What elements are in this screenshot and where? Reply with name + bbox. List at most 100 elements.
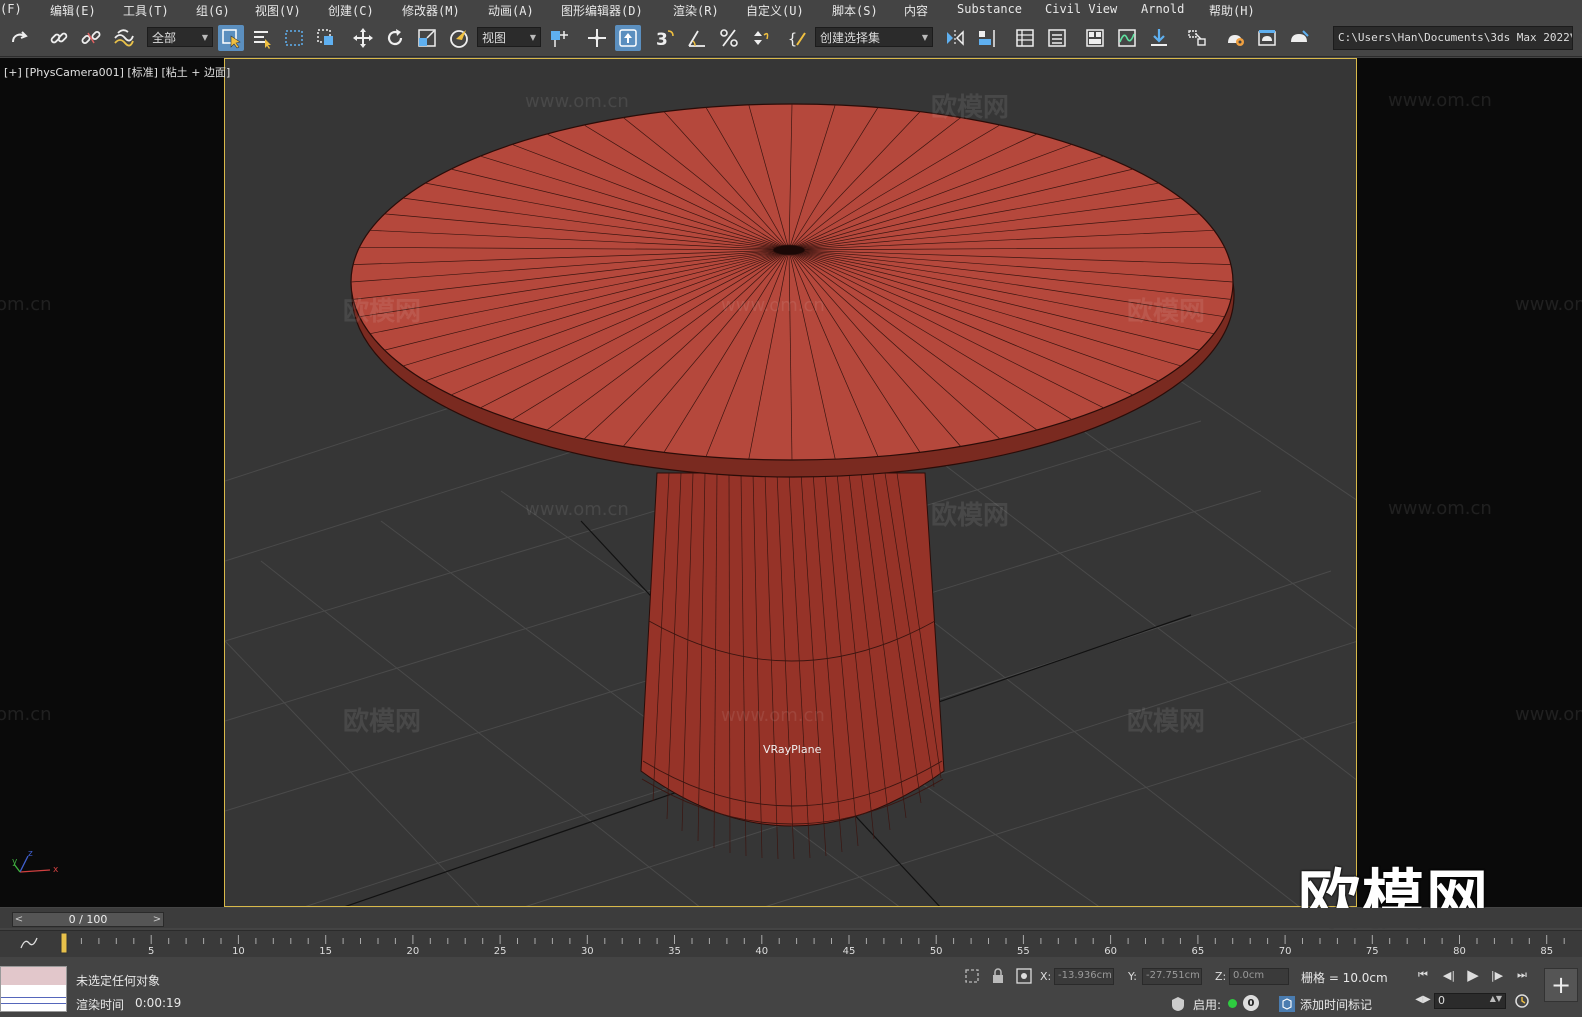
menu-animation[interactable]: 动画(A) (488, 2, 534, 19)
placement-icon[interactable] (446, 25, 472, 51)
enable-label: 启用: (1193, 998, 1222, 1012)
rotate-icon[interactable] (382, 25, 408, 51)
track-tick-label: 20 (406, 946, 420, 957)
snap-toggle-icon[interactable]: 3 (652, 25, 678, 51)
watermark-url-right-3: www.om.cn (1388, 498, 1492, 519)
menu-create[interactable]: 创建(C) (328, 2, 374, 19)
previous-frame-icon[interactable]: ◀| (1440, 967, 1458, 983)
prev-frame-icon[interactable]: < (13, 914, 25, 925)
status-indicator (1228, 999, 1237, 1008)
select-by-name-icon[interactable] (249, 25, 275, 51)
menu-views[interactable]: 视图(V) (255, 2, 301, 19)
schematic-view-icon[interactable] (1146, 25, 1172, 51)
time-cursor (60, 932, 68, 954)
toggle-ribbon-icon[interactable] (1082, 25, 1108, 51)
align-icon[interactable] (974, 25, 1000, 51)
spinner-icon[interactable]: ▲▼ (1490, 994, 1502, 1008)
track-tick-label: 70 (1278, 946, 1292, 957)
go-to-end-icon[interactable]: ⏭ (1513, 967, 1531, 983)
pivot-center-icon[interactable] (546, 25, 572, 51)
selection-lock-icon[interactable] (991, 968, 1005, 984)
selection-filter-dropdown[interactable]: 全部 ▼ (147, 27, 213, 47)
keyboard-shortcut-override-icon[interactable] (615, 25, 641, 51)
menu-tools[interactable]: 工具(T) (123, 2, 169, 19)
shield-icon[interactable] (1170, 996, 1186, 1012)
scale-icon[interactable] (414, 25, 440, 51)
rendered-frame-window-icon[interactable] (1254, 25, 1280, 51)
layer-explorer-icon[interactable] (1044, 25, 1070, 51)
material-editor-icon[interactable] (1184, 25, 1210, 51)
menu-edit[interactable]: 编辑(E) (50, 2, 96, 19)
project-path-dropdown[interactable]: C:\Users\Han\Documents\3ds Max 2022▼ (1333, 26, 1573, 50)
listener-line (1, 997, 66, 998)
curve-editor-icon[interactable] (1114, 25, 1140, 51)
spinner-snap-icon[interactable] (748, 25, 774, 51)
z-coord-field[interactable]: 0.0cm (1229, 968, 1289, 985)
y-coord-label: Y: (1128, 970, 1137, 983)
menu-scripting[interactable]: 脚本(S) (832, 2, 878, 19)
menu-content[interactable]: 内容 (904, 2, 928, 19)
time-slider[interactable]: < 0 / 100 > (12, 912, 164, 927)
menu-substance[interactable]: Substance (957, 2, 1022, 16)
menu-rendering[interactable]: 渲染(R) (673, 2, 719, 19)
grid-size: 栅格 = 10.0cm (1301, 971, 1388, 985)
mini-curve-editor-icon[interactable] (20, 936, 38, 950)
menu-bar: (F) 编辑(E) 工具(T) 组(G) 视图(V) 创建(C) 修改器(M) … (0, 0, 1582, 20)
isolate-selection-icon[interactable] (964, 968, 980, 984)
chevron-down-icon: ▼ (529, 32, 536, 42)
maxscript-listener[interactable] (0, 966, 67, 1012)
named-selection-dropdown[interactable]: 创建选择集 ▼ (815, 27, 933, 47)
menu-file[interactable]: (F) (0, 2, 22, 16)
select-object-icon[interactable] (218, 25, 244, 51)
add-time-tag-label[interactable]: 添加时间标记 (1300, 996, 1372, 1013)
render-setup-icon[interactable] (1222, 25, 1248, 51)
absolute-mode-icon[interactable] (1016, 968, 1032, 984)
menu-help[interactable]: 帮助(H) (1209, 2, 1255, 19)
next-frame-button-icon[interactable]: |▶ (1488, 967, 1506, 983)
listener-line (1, 1003, 66, 1004)
menu-arnold[interactable]: Arnold (1141, 2, 1184, 16)
track-tick-label: 25 (493, 946, 507, 957)
selection-status: 未选定任何对象 (76, 974, 161, 988)
track-tick-label: 15 (319, 946, 333, 957)
menu-modifiers[interactable]: 修改器(M) (402, 2, 460, 19)
watermark-10: 欧模网 (931, 905, 1009, 906)
rectangular-selection-icon[interactable] (281, 25, 307, 51)
watermark-url-1: www.om.cn (525, 91, 629, 112)
menu-graph-editors[interactable]: 图形编辑器(D) (561, 2, 643, 19)
x-coord-field[interactable]: -13.936cm (1054, 968, 1114, 985)
bind-spacewarp-icon[interactable] (110, 25, 136, 51)
unlink-icon[interactable] (78, 25, 104, 51)
select-manipulate-icon[interactable] (584, 25, 610, 51)
selection-filter-value: 全部 (152, 30, 177, 45)
percent-snap-icon[interactable] (716, 25, 742, 51)
viewport-label[interactable]: [+] [PhysCamera001] [标准] [粘土 + 边面] (4, 64, 230, 80)
redo-icon[interactable] (6, 25, 32, 51)
edit-named-selection-icon[interactable]: { (785, 25, 811, 51)
key-mode-icon[interactable]: ◀▶ (1414, 991, 1432, 1007)
link-icon[interactable] (46, 25, 72, 51)
wire-hub (772, 244, 806, 256)
next-frame-icon[interactable]: > (151, 914, 163, 925)
move-icon[interactable] (350, 25, 376, 51)
go-to-start-icon[interactable]: ⏮ (1414, 967, 1432, 983)
reference-coord-dropdown[interactable]: 视图 ▼ (477, 27, 541, 47)
angle-snap-icon[interactable] (684, 25, 710, 51)
window-crossing-icon[interactable] (313, 25, 339, 51)
menu-civil-view[interactable]: Civil View (1045, 2, 1117, 16)
create-panel-button[interactable]: + (1544, 968, 1578, 1002)
perspective-viewport[interactable]: 欧模网 www.om.cn 欧模网 欧模网 www.om.cn 欧模网 欧模网 … (224, 58, 1357, 907)
add-time-tag-icon[interactable] (1278, 995, 1296, 1013)
watermark-url-right-1: www.om.cn (1388, 90, 1492, 111)
y-coord-field[interactable]: -27.751cm (1142, 968, 1202, 985)
render-production-icon[interactable] (1286, 25, 1312, 51)
track-tick-label: 5 (148, 946, 155, 957)
mirror-icon[interactable] (942, 25, 968, 51)
current-frame-field[interactable]: 0 ▲▼ (1434, 993, 1506, 1009)
render-time-label: 渲染时间 (76, 998, 125, 1012)
play-icon[interactable]: ▶ (1464, 966, 1482, 984)
menu-group[interactable]: 组(G) (196, 2, 230, 19)
menu-customize[interactable]: 自定义(U) (746, 2, 804, 19)
time-config-icon[interactable] (1514, 993, 1530, 1009)
scene-explorer-icon[interactable] (1012, 25, 1038, 51)
